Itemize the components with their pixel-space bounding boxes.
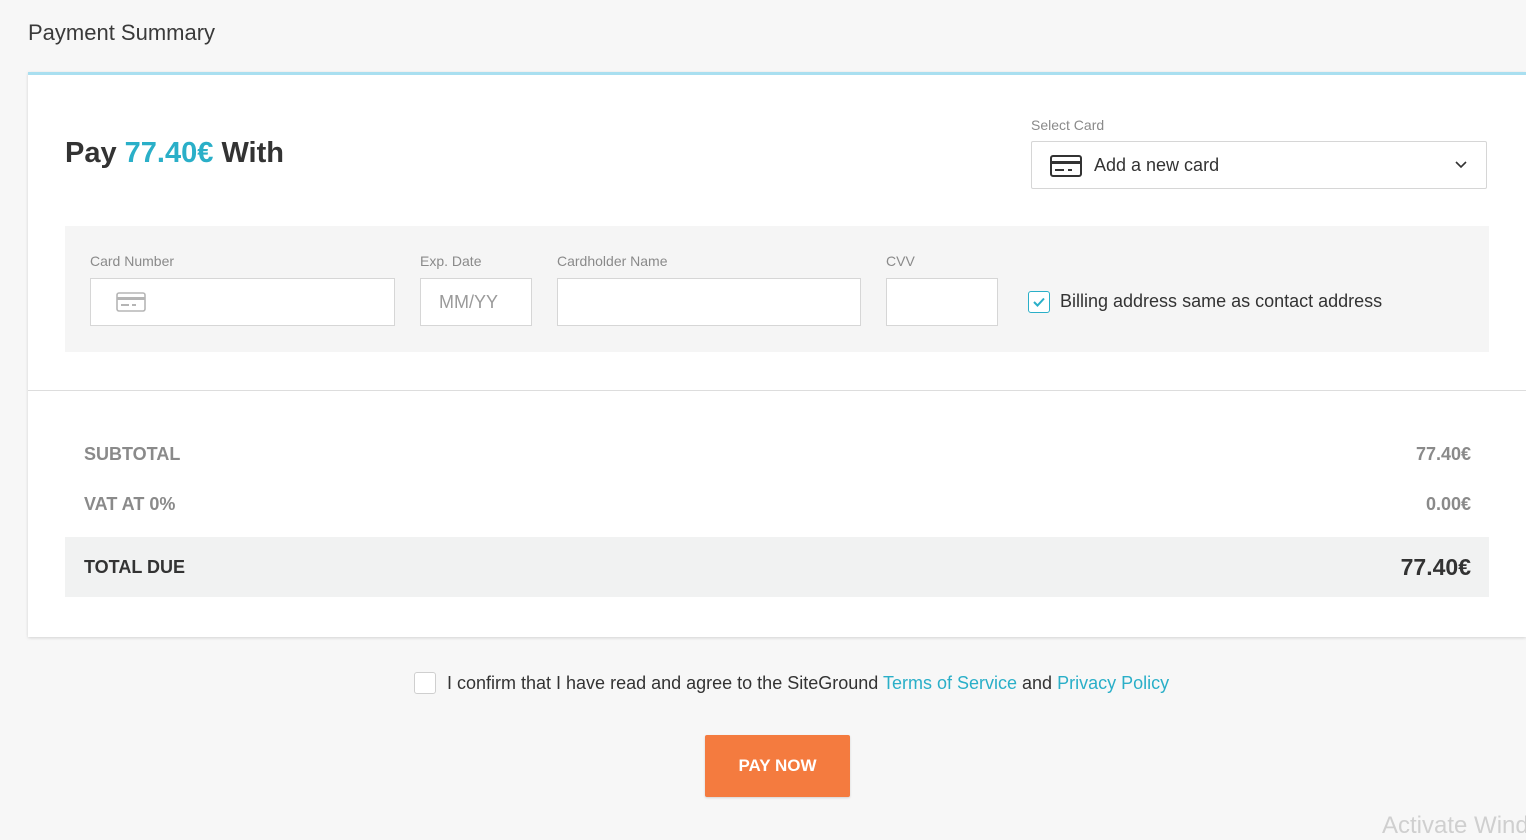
pay-heading-suffix: With — [221, 137, 284, 169]
billing-same-checkbox[interactable] — [1028, 291, 1050, 313]
terms-confirm-prefix: I confirm that I have read and agree to … — [447, 673, 879, 693]
pay-heading: Pay 77.40€ With — [65, 137, 284, 170]
total-due-value: 77.40€ — [1400, 554, 1471, 580]
select-card-dropdown[interactable]: Add a new card — [1031, 141, 1487, 189]
select-card-value: Add a new card — [1094, 155, 1220, 175]
cvv-input[interactable] — [886, 278, 998, 326]
vat-value: 0.00€ — [1425, 494, 1471, 514]
total-due-label: TOTAL DUE — [84, 557, 186, 577]
payment-panel: Pay 77.40€ With Select Card Add a new ca… — [28, 72, 1526, 637]
cvv-label: CVV — [886, 253, 915, 269]
terms-confirm-checkbox[interactable] — [414, 672, 436, 694]
activate-windows-watermark: Activate Windows — [1382, 812, 1526, 839]
exp-date-label: Exp. Date — [420, 253, 482, 269]
pay-heading-prefix: Pay — [65, 137, 117, 169]
page-title: Payment Summary — [28, 20, 216, 45]
card-number-label: Card Number — [90, 253, 175, 269]
card-number-field-wrap — [90, 278, 395, 326]
chevron-down-icon — [1455, 161, 1467, 169]
checkmark-icon — [1033, 297, 1045, 307]
terms-confirm-and: and — [1022, 673, 1053, 693]
cardholder-name-input[interactable] — [557, 278, 861, 326]
card-number-input[interactable] — [90, 278, 395, 326]
total-due-row: TOTAL DUE 77.40€ — [65, 537, 1489, 597]
terms-of-service-link[interactable]: Terms of Service — [883, 673, 1017, 693]
terms-confirm-text: I confirm that I have read and agree to … — [447, 673, 1169, 694]
card-form: Card Number Exp. Date Cardholder Name CV… — [65, 226, 1489, 352]
pay-now-button[interactable]: PAY NOW — [705, 735, 850, 797]
subtotal-value: 77.40€ — [1415, 444, 1471, 464]
billing-same-label: Billing address same as contact address — [1060, 291, 1383, 311]
cardholder-name-label: Cardholder Name — [557, 253, 668, 269]
privacy-policy-link[interactable]: Privacy Policy — [1057, 673, 1169, 693]
credit-card-icon — [1050, 155, 1082, 177]
section-divider — [28, 390, 1526, 391]
select-card-label: Select Card — [1031, 117, 1105, 133]
exp-date-input[interactable] — [420, 278, 532, 326]
vat-row: VAT AT 0% 0.00€ — [65, 494, 1489, 518]
pay-amount: 77.40€ — [124, 137, 214, 169]
subtotal-row: SUBTOTAL 77.40€ — [65, 444, 1489, 468]
vat-label: VAT AT 0% — [84, 494, 176, 514]
subtotal-label: SUBTOTAL — [84, 444, 181, 464]
